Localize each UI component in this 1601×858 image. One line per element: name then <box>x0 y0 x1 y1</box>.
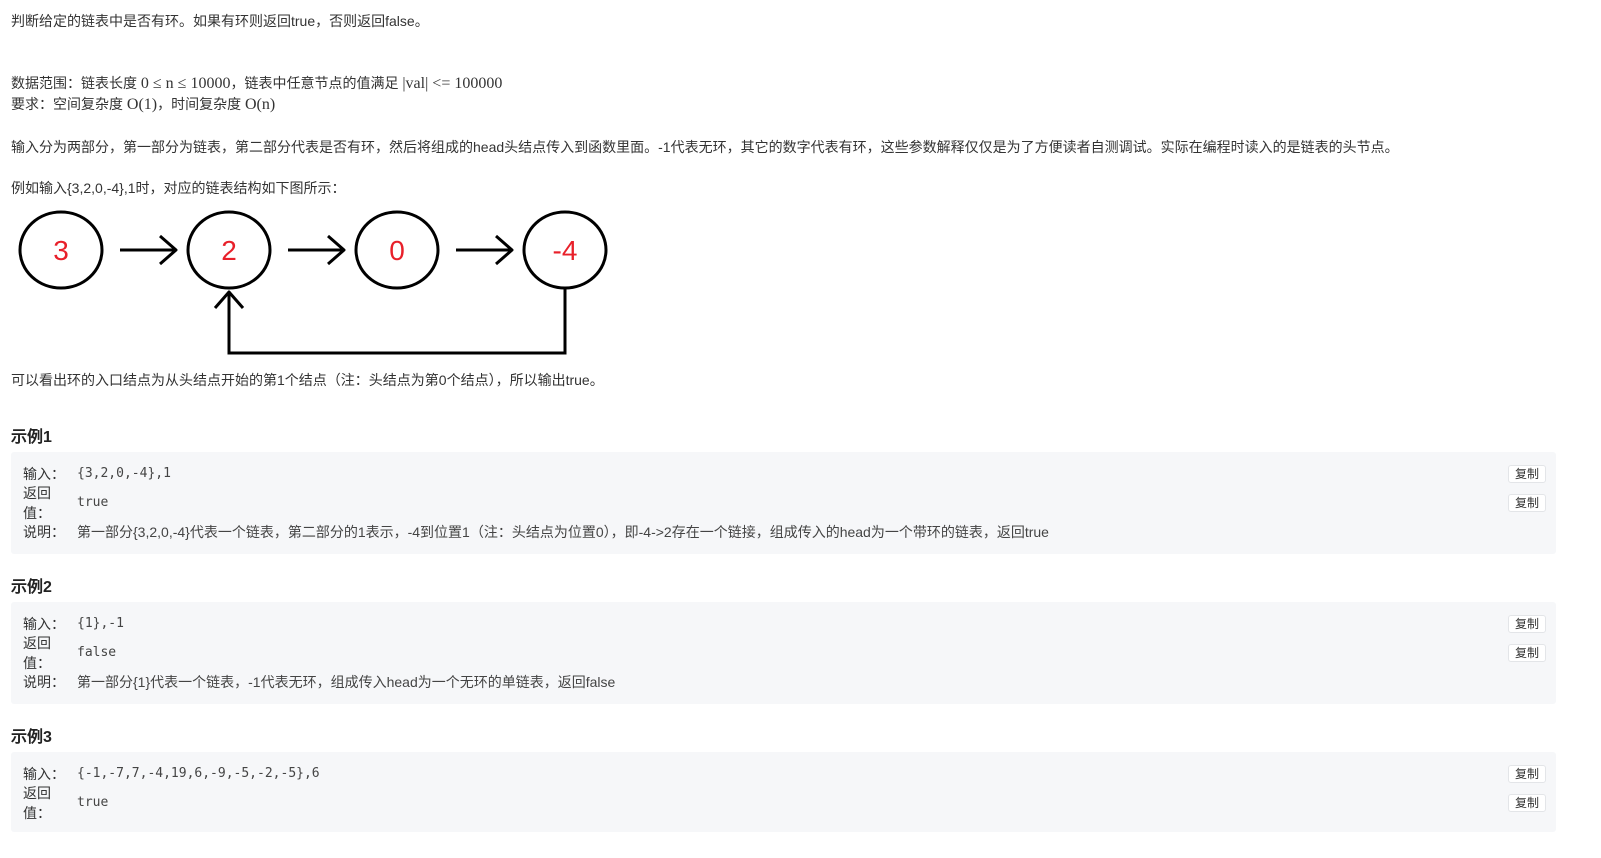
explanation-text: 可以看出环的入口结点为从头结点开始的第1个结点（注：头结点为第0个结点），所以输… <box>11 372 604 388</box>
next-arrow <box>456 234 514 266</box>
note-label: 说明： <box>23 673 65 690</box>
space-complexity-math: O(1) <box>126 96 158 113</box>
problem-intro: 判断给定的链表中是否有环。如果有环则返回true，否则返回false。 <box>11 13 429 29</box>
example-1-input-value: {3,2,0,-4},1 <box>77 466 171 481</box>
example-2-box: 输入： {1},-1 复制 返回值： false 复制 说明： 第一部分{1}代… <box>11 602 1556 704</box>
note-label: 说明： <box>23 523 65 540</box>
requirement-middle: ，时间复杂度 <box>157 96 245 112</box>
time-complexity-math: O(n) <box>245 96 276 113</box>
node-value: -4 <box>553 235 578 266</box>
list-node: 3 <box>18 210 104 290</box>
copy-input-button[interactable]: 复制 <box>1507 465 1546 483</box>
example-intro: 例如输入{3,2,0,-4},1时，对应的链表结构如下图所示： <box>11 180 346 196</box>
example-2-input-value: {1},-1 <box>77 616 124 631</box>
example-1-note-value: 第一部分{3,2,0,-4}代表一个链表，第二部分的1表示，-4到位置1（注：头… <box>77 523 1049 540</box>
example-1-return-row: 返回值： true 复制 <box>11 485 1556 521</box>
copy-return-button[interactable]: 复制 <box>1507 494 1546 512</box>
requirement-prefix: 要求：空间复杂度 <box>11 96 127 112</box>
input-label: 输入： <box>23 465 65 482</box>
node-value: 2 <box>221 235 237 266</box>
input-label: 输入： <box>23 615 65 632</box>
data-range-middle: ，链表中任意节点的值满足 <box>230 75 403 91</box>
list-node: 2 <box>186 210 272 290</box>
example-3-box: 输入： {-1,-7,7,-4,19,6,-9,-5,-2,-5},6 复制 返… <box>11 752 1556 832</box>
example-1-note-row: 说明： 第一部分{3,2,0,-4}代表一个链表，第二部分的1表示，-4到位置1… <box>11 517 1556 546</box>
data-range-length-math: 0 ≤ n ≤ 10000 <box>140 75 231 92</box>
copy-return-button[interactable]: 复制 <box>1507 644 1546 662</box>
example-3-input-row: 输入： {-1,-7,7,-4,19,6,-9,-5,-2,-5},6 复制 <box>11 759 1556 788</box>
example-2-return-row: 返回值： false 复制 <box>11 635 1556 671</box>
node-value: 0 <box>389 235 405 266</box>
example-2-title: 示例2 <box>11 579 52 596</box>
data-range: 数据范围：链表长度 0 ≤ n ≤ 10000，链表中任意节点的值满足 |val… <box>11 73 502 94</box>
list-node: 0 <box>354 210 440 290</box>
example-1-box: 输入： {3,2,0,-4},1 复制 返回值： true 复制 说明： 第一部… <box>11 452 1556 554</box>
example-1-title: 示例1 <box>11 429 52 446</box>
data-range-prefix: 数据范围：链表长度 <box>11 75 141 91</box>
copy-input-button[interactable]: 复制 <box>1507 765 1546 783</box>
example-3-return-row: 返回值： true 复制 <box>11 785 1556 821</box>
linked-list-diagram: 3 2 0 -4 <box>18 210 608 355</box>
data-range-val-math: |val| <= 100000 <box>402 75 503 92</box>
list-node: -4 <box>522 210 608 290</box>
example-2-note-value: 第一部分{1}代表一个链表，-1代表无环，组成传入head为一个无环的单链表，返… <box>77 673 616 690</box>
example-3-title: 示例3 <box>11 729 52 746</box>
next-arrow <box>288 234 346 266</box>
cycle-arrow <box>213 288 567 355</box>
complexity-requirement: 要求：空间复杂度 O(1)，时间复杂度 O(n) <box>11 94 275 115</box>
copy-return-button[interactable]: 复制 <box>1507 794 1546 812</box>
example-1-input-row: 输入： {3,2,0,-4},1 复制 <box>11 459 1556 488</box>
example-2-input-row: 输入： {1},-1 复制 <box>11 609 1556 638</box>
input-label: 输入： <box>23 765 65 782</box>
return-label: 返回值： <box>23 784 51 821</box>
node-value: 3 <box>53 235 69 266</box>
next-arrow <box>120 234 178 266</box>
input-description: 输入分为两部分，第一部分为链表，第二部分代表是否有环，然后将组成的head头结点… <box>11 139 1399 155</box>
example-3-return-value: true <box>77 795 109 810</box>
example-1-return-value: true <box>77 495 109 510</box>
example-3-input-value: {-1,-7,7,-4,19,6,-9,-5,-2,-5},6 <box>77 766 320 781</box>
copy-input-button[interactable]: 复制 <box>1507 615 1546 633</box>
example-2-note-row: 说明： 第一部分{1}代表一个链表，-1代表无环，组成传入head为一个无环的单… <box>11 667 1556 696</box>
example-2-return-value: false <box>77 645 117 660</box>
